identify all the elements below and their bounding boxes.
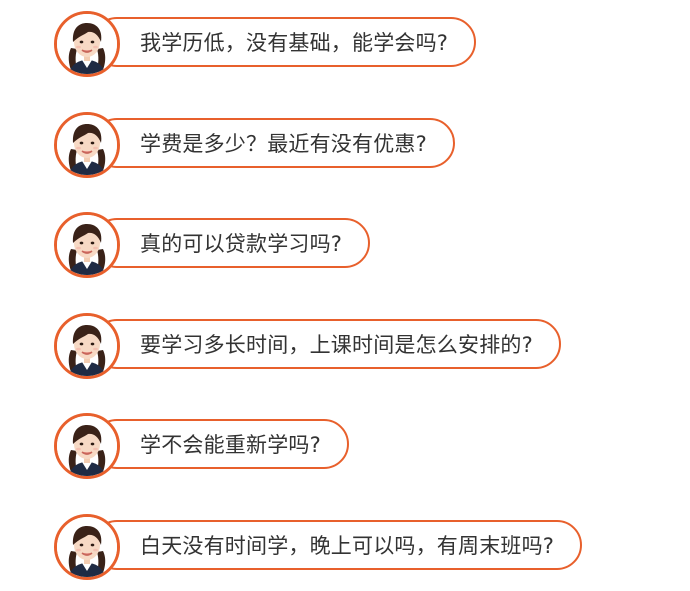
question-text: 我学历低，没有基础，能学会吗? xyxy=(140,31,449,55)
question-bubble[interactable]: 学不会能重新学吗? xyxy=(92,419,349,469)
question-bubble[interactable]: 要学习多长时间，上课时间是怎么安排的? xyxy=(92,319,561,369)
question-text: 学费是多少？最近有没有优惠? xyxy=(140,132,427,156)
question-text: 要学习多长时间，上课时间是怎么安排的? xyxy=(140,333,533,357)
question-bubble[interactable]: 真的可以贷款学习吗? xyxy=(92,218,371,268)
girl-avatar-icon xyxy=(54,413,120,479)
question-bubble[interactable]: 学费是多少？最近有没有优惠? xyxy=(92,118,455,168)
faq-list: 我学历低，没有基础，能学会吗? 学费是多少？最近有没有优惠? 真的可以贷款学习吗… xyxy=(0,0,690,591)
question-bubble[interactable]: 白天没有时间学，晚上可以吗，有周末班吗? xyxy=(92,520,583,570)
girl-avatar-icon xyxy=(54,313,120,379)
question-bubble[interactable]: 我学历低，没有基础，能学会吗? xyxy=(92,17,477,67)
girl-avatar-icon xyxy=(54,514,120,580)
girl-avatar-icon xyxy=(54,112,120,178)
girl-avatar-icon xyxy=(54,11,120,77)
question-text: 学不会能重新学吗? xyxy=(140,433,321,457)
question-text: 白天没有时间学，晚上可以吗，有周末班吗? xyxy=(140,534,555,558)
question-text: 真的可以贷款学习吗? xyxy=(140,232,343,256)
girl-avatar-icon xyxy=(54,212,120,278)
